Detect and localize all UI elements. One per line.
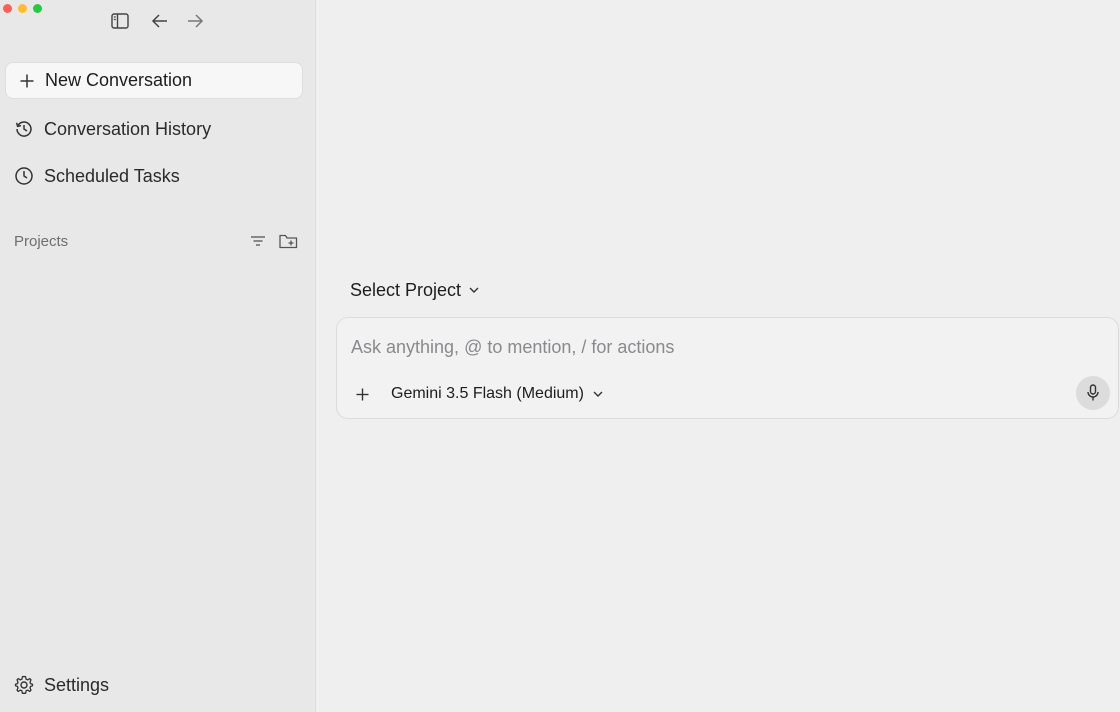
chevron-down-icon — [469, 287, 479, 293]
sidebar-item-label: Conversation History — [44, 118, 212, 139]
prompt-input[interactable] — [351, 334, 1091, 360]
voice-input-button[interactable] — [1076, 376, 1110, 410]
new-conversation-label: New Conversation — [45, 70, 193, 90]
add-attachment-button[interactable] — [352, 384, 372, 404]
minimize-window-button[interactable] — [18, 4, 27, 13]
plus-icon — [20, 74, 34, 87]
sidebar-item-conversation-history[interactable]: Conversation History — [14, 116, 211, 142]
sidebar-item-label: Scheduled Tasks — [44, 165, 180, 186]
arrow-right-icon — [188, 14, 204, 28]
microphone-icon — [1087, 384, 1099, 401]
zoom-window-button[interactable] — [33, 4, 42, 13]
gear-icon — [14, 675, 34, 694]
chat-composer: Gemini 3.5 Flash (Medium) — [336, 317, 1119, 419]
select-project-dropdown[interactable]: Select Project — [350, 278, 479, 302]
filter-icon — [251, 236, 265, 246]
new-conversation-button[interactable]: New Conversation — [5, 62, 303, 99]
projects-label: Projects — [14, 232, 69, 250]
sidebar-toggle-icon — [111, 13, 129, 29]
forward-button[interactable] — [184, 10, 206, 32]
chevron-down-icon — [593, 391, 603, 397]
plus-icon — [356, 388, 368, 400]
history-icon — [15, 121, 32, 137]
new-project-folder-button[interactable] — [277, 232, 299, 250]
sidebar: New Conversation Conversation History Sc… — [0, 0, 316, 712]
model-selector[interactable]: Gemini 3.5 Flash (Medium) — [391, 382, 603, 406]
settings-button[interactable]: Settings — [14, 672, 109, 698]
model-selector-label: Gemini 3.5 Flash (Medium) — [391, 385, 584, 402]
app-window: New Conversation Conversation History Sc… — [0, 0, 1120, 712]
filter-projects-button[interactable] — [247, 232, 269, 250]
projects-header: Projects — [14, 232, 299, 250]
close-window-button[interactable] — [3, 4, 12, 13]
back-button[interactable] — [149, 10, 171, 32]
select-project-label: Select Project — [350, 279, 462, 300]
sidebar-toggle-button[interactable] — [109, 10, 131, 32]
clock-icon — [15, 167, 33, 185]
window-controls — [3, 4, 42, 13]
folder-plus-icon — [278, 234, 297, 248]
arrow-left-icon — [151, 14, 167, 28]
settings-label: Settings — [44, 674, 110, 695]
sidebar-item-scheduled-tasks[interactable]: Scheduled Tasks — [14, 163, 180, 189]
